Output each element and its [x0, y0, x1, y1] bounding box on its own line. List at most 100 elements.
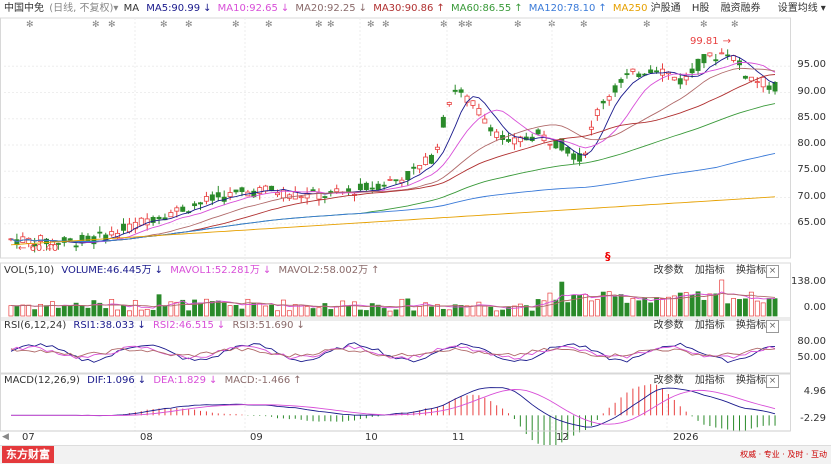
volume-bar	[233, 305, 239, 317]
candlestick	[328, 191, 334, 193]
candlestick	[387, 179, 393, 181]
candlestick	[660, 68, 665, 76]
candlestick	[624, 73, 630, 76]
volume-bar	[731, 298, 736, 317]
arrow-down-icon: ↓	[216, 320, 226, 331]
footer-bar: 东方财富 权威 · 专业 · 及时 · 互动	[0, 445, 831, 464]
candlestick	[470, 100, 476, 106]
volume-bar	[79, 305, 85, 317]
volume-bar	[132, 300, 138, 317]
kline-chart[interactable]	[0, 0, 831, 463]
add-indicator-button[interactable]: 加指标	[695, 265, 725, 276]
close-icon[interactable]: ×	[766, 375, 779, 388]
volume-bar	[695, 291, 701, 317]
volume-bar	[103, 308, 109, 317]
volume-bar	[8, 305, 14, 317]
volume-bar	[44, 305, 49, 317]
candlestick	[760, 76, 766, 88]
main-panel-frame	[0, 17, 791, 259]
candlestick	[636, 73, 642, 78]
candlestick	[648, 69, 654, 74]
volume-bar	[180, 299, 186, 317]
candlestick	[772, 81, 778, 92]
volume-bar	[488, 306, 494, 317]
candlestick	[671, 76, 677, 81]
dea-line	[11, 389, 776, 425]
scroll-left-button[interactable]: ◀	[2, 432, 9, 442]
close-icon[interactable]: ×	[766, 265, 779, 278]
brand-logo[interactable]: 东方财富	[2, 446, 54, 463]
change-params-button[interactable]: 改参数	[654, 320, 684, 331]
volume-bar	[286, 310, 292, 317]
arrow-up-icon: ↑	[293, 375, 302, 386]
candlestick	[594, 109, 600, 116]
arrow-up-icon: ↑	[371, 265, 380, 276]
arrow-down-icon: ↓	[137, 375, 147, 386]
volume-bar	[138, 309, 144, 317]
switch-indicator-button[interactable]: 换指标	[736, 320, 766, 331]
volume-bar	[126, 310, 132, 317]
volume-bar	[636, 300, 642, 317]
volume-bar	[55, 307, 61, 317]
volume-bar	[32, 309, 38, 317]
volume-bar	[707, 293, 713, 317]
x-tick-label: 07	[22, 432, 35, 443]
candlestick	[488, 127, 494, 132]
change-params-button[interactable]: 改参数	[654, 375, 684, 386]
volume-bar	[725, 303, 731, 317]
volume-bar	[316, 307, 322, 317]
rsi1-line	[10, 342, 776, 364]
volume-bar	[49, 301, 55, 317]
high-price-label: 99.81 →	[690, 36, 732, 47]
ma250-line	[10, 196, 776, 246]
dif-value: DIF:1.096 ↓	[87, 375, 147, 386]
price-tick-label: 90.00	[797, 85, 826, 97]
candlestick	[606, 96, 612, 101]
volume-bar	[174, 301, 180, 317]
volume-bar	[67, 305, 73, 317]
mavol1-value: MAVOL1:52.281万 ↓	[170, 265, 272, 276]
candlestick	[434, 146, 440, 150]
candlestick	[742, 75, 748, 79]
candlestick	[565, 147, 571, 154]
x-tick-label: 2026	[673, 432, 699, 443]
dif-line	[11, 387, 776, 428]
volume-bar	[446, 309, 452, 317]
candlestick	[695, 58, 701, 71]
candlestick	[452, 89, 458, 92]
candlestick	[411, 166, 417, 169]
volume-bar	[263, 305, 269, 317]
price-tick-label: 75.00	[797, 164, 826, 176]
switch-indicator-button[interactable]: 换指标	[736, 375, 766, 386]
candlestick	[121, 223, 126, 231]
price-tick-label: 70.00	[797, 190, 826, 202]
event-marker[interactable]: §	[605, 250, 611, 263]
switch-indicator-button[interactable]: 换指标	[736, 265, 766, 276]
volume-bar	[186, 310, 192, 317]
candlestick	[701, 54, 707, 64]
add-indicator-button[interactable]: 加指标	[695, 320, 725, 331]
candlestick	[754, 81, 760, 84]
ma5-line	[10, 54, 776, 244]
volume-bar	[328, 309, 334, 317]
volume-bar	[239, 308, 245, 317]
low-price-label: ← 60.40	[18, 243, 59, 254]
volume-bar	[369, 303, 375, 317]
volume-bar	[529, 310, 535, 317]
rsi2-value: RSI2:46.515 ↓	[152, 320, 226, 331]
volume-bar	[642, 297, 648, 317]
candlestick	[571, 153, 577, 160]
volume-bar	[150, 309, 156, 317]
volume-bar	[251, 302, 257, 317]
add-indicator-button[interactable]: 加指标	[695, 375, 725, 386]
candlestick	[476, 108, 482, 116]
volume-bar	[553, 299, 559, 317]
change-params-button[interactable]: 改参数	[654, 265, 684, 276]
volume-bar	[411, 310, 417, 317]
volume-bar	[494, 310, 500, 317]
candlestick	[298, 196, 304, 199]
volume-bar	[61, 305, 67, 317]
close-icon[interactable]: ×	[766, 320, 779, 333]
candlestick	[203, 196, 209, 202]
candlestick	[423, 156, 429, 165]
